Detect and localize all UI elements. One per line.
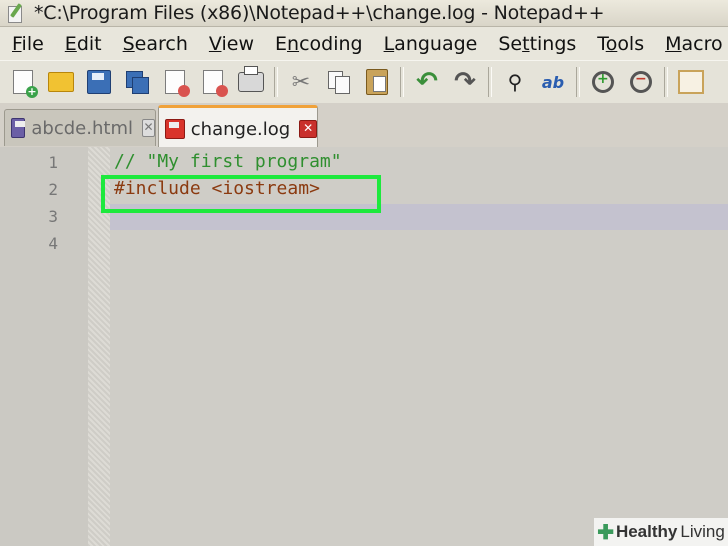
code-editor[interactable]: 1 2 3 4 // "My first program" #include <…: [0, 147, 728, 546]
replace-button[interactable]: ab: [538, 66, 568, 98]
unsaved-file-icon: [165, 119, 185, 139]
tab-bar: abcde.html ✕ change.log ✕: [0, 103, 728, 150]
menu-file[interactable]: File: [12, 33, 44, 55]
line-number: 2: [48, 180, 58, 199]
open-folder-icon: [48, 72, 74, 92]
line-number: 4: [48, 234, 58, 253]
save-button[interactable]: [84, 66, 114, 98]
open-file-button[interactable]: [46, 66, 76, 98]
paste-icon: [366, 69, 388, 95]
toolbar-separator: [274, 67, 278, 97]
sync-scroll-button[interactable]: [676, 66, 706, 98]
tab-change-log[interactable]: change.log ✕: [158, 105, 318, 150]
sync-scroll-icon: [678, 70, 704, 94]
menu-search[interactable]: Search: [123, 33, 188, 55]
zoom-in-icon: +: [592, 71, 614, 93]
new-file-icon: +: [13, 70, 38, 98]
healthy-living-watermark: ✚ Healthy Living: [594, 518, 728, 546]
tab-abcde-html[interactable]: abcde.html ✕: [4, 109, 156, 146]
close-all-icon: [203, 70, 228, 97]
save-icon: [87, 70, 111, 94]
menu-encoding[interactable]: Encoding: [275, 33, 363, 55]
tab-close-icon[interactable]: ✕: [299, 120, 317, 138]
window-title: *C:\Program Files (x86)\Notepad++\change…: [34, 2, 605, 24]
code-line-1[interactable]: // "My first program": [114, 151, 342, 172]
menu-view[interactable]: View: [209, 33, 254, 55]
redo-button[interactable]: ↷: [450, 66, 480, 98]
zoom-out-icon: −: [630, 71, 652, 93]
copy-icon: [328, 71, 350, 94]
notepad-app-icon: [6, 3, 24, 23]
print-icon: [238, 66, 264, 92]
zoom-out-button[interactable]: −: [626, 66, 656, 98]
save-all-icon: [126, 71, 149, 94]
cut-button[interactable]: ✂: [286, 66, 316, 98]
menu-settings[interactable]: Settings: [498, 33, 576, 55]
cut-icon: ✂: [291, 69, 311, 95]
menu-tools[interactable]: Tools: [597, 33, 644, 55]
line-number: 1: [48, 153, 58, 172]
new-file-button[interactable]: +: [8, 66, 38, 98]
toolbar-separator: [664, 67, 668, 97]
close-icon: [165, 70, 190, 97]
menu-macro[interactable]: Macro: [665, 33, 723, 55]
title-bar: *C:\Program Files (x86)\Notepad++\change…: [0, 0, 728, 27]
menu-bar: File Edit Search View Encoding Language …: [0, 27, 728, 60]
find-icon: ⚲: [507, 70, 523, 94]
annotation-highlight-box: [101, 175, 381, 213]
redo-icon: ↷: [454, 67, 476, 97]
close-all-button[interactable]: [198, 66, 228, 98]
menu-edit[interactable]: Edit: [65, 33, 102, 55]
save-all-button[interactable]: [122, 66, 152, 98]
undo-icon: ↶: [416, 67, 438, 97]
print-button[interactable]: [236, 66, 266, 98]
replace-icon: ab: [541, 72, 565, 92]
toolbar-separator: [400, 67, 404, 97]
toolbar-separator: [576, 67, 580, 97]
paste-button[interactable]: [362, 66, 392, 98]
zoom-in-button[interactable]: +: [588, 66, 618, 98]
toolbar-separator: [488, 67, 492, 97]
line-number: 3: [48, 207, 58, 226]
tab-label: abcde.html: [31, 117, 133, 139]
saved-file-icon: [11, 118, 26, 138]
menu-language[interactable]: Language: [384, 33, 478, 55]
tab-label: change.log: [190, 118, 291, 140]
find-button[interactable]: ⚲: [500, 66, 530, 98]
plus-logo-icon: ✚: [597, 521, 614, 544]
copy-button[interactable]: [324, 66, 354, 98]
toolbar: + ✂ ↶ ↷ ⚲ ab + −: [0, 60, 728, 104]
line-number-gutter: 1 2 3 4: [0, 147, 88, 546]
tab-close-icon[interactable]: ✕: [141, 119, 155, 137]
undo-button[interactable]: ↶: [412, 66, 442, 98]
close-button[interactable]: [160, 66, 190, 98]
